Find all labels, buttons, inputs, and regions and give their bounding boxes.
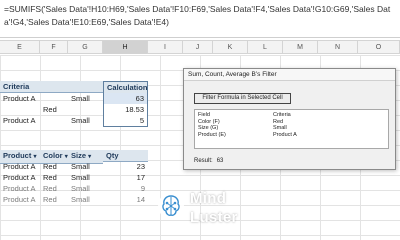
- table-header-label: Product: [3, 151, 32, 160]
- column-header-n[interactable]: N: [318, 41, 358, 54]
- table-header-label: Color: [43, 151, 63, 160]
- dialog-title[interactable]: Sum, Count, Average B’s Filter: [184, 69, 395, 81]
- column-header-m[interactable]: M: [283, 41, 318, 54]
- table-cell[interactable]: Product A: [0, 161, 40, 172]
- column-header-o[interactable]: O: [358, 41, 400, 54]
- column-header-l[interactable]: L: [248, 41, 283, 54]
- criteria-cell[interactable]: Product A: [0, 93, 40, 104]
- result-value: 63: [216, 158, 224, 164]
- logo-word-luster: Luster: [190, 209, 238, 226]
- logo-word-mind: Mind: [190, 190, 227, 207]
- brain-icon: [158, 193, 184, 219]
- field-column: Field Color (F) Size (G) Product (E): [198, 112, 226, 138]
- table-cell[interactable]: 14: [103, 194, 148, 205]
- criteria-cell[interactable]: Product A: [0, 115, 40, 126]
- calculation-cell[interactable]: 18.53: [103, 104, 148, 115]
- table-header-label: Qty: [106, 151, 119, 160]
- criteria-header[interactable]: Criteria: [0, 81, 103, 93]
- table-cell[interactable]: Product A: [0, 194, 40, 205]
- table-cell[interactable]: Small: [68, 172, 103, 183]
- result-readout: Result: 63: [194, 157, 227, 165]
- table-cell[interactable]: Small: [68, 194, 103, 205]
- filter-dialog[interactable]: Sum, Count, Average B’s Filter Filter Fo…: [183, 68, 396, 170]
- table-cell[interactable]: 9: [103, 183, 148, 194]
- column-header-f[interactable]: F: [40, 41, 68, 54]
- calculation-cell-selected[interactable]: 63: [103, 93, 148, 104]
- filter-formula-button[interactable]: Filter Formula in Selected Cell: [194, 93, 291, 104]
- mindluster-logo: Mind Luster: [156, 187, 256, 237]
- table-cell[interactable]: Red: [40, 161, 68, 172]
- result-label: Result:: [194, 158, 213, 164]
- filter-dropdown-icon[interactable]: ▾: [33, 154, 36, 160]
- table-cell[interactable]: Product A: [0, 183, 40, 194]
- criteria-column: Criteria Red Small Product A: [273, 112, 297, 138]
- field-item[interactable]: Product (E): [198, 132, 226, 139]
- column-headers: E F G H I J K L M N O: [0, 40, 400, 54]
- table-cell[interactable]: Red: [40, 183, 68, 194]
- table-cell[interactable]: 17: [103, 172, 148, 183]
- column-header-e[interactable]: E: [0, 41, 40, 54]
- filter-dropdown-icon[interactable]: ▾: [88, 154, 91, 160]
- column-header-g[interactable]: G: [68, 41, 103, 54]
- table-cell[interactable]: Red: [40, 172, 68, 183]
- column-header-j[interactable]: J: [183, 41, 213, 54]
- criteria-cell[interactable]: Small: [68, 93, 103, 104]
- criteria-cell[interactable]: Small: [68, 115, 103, 126]
- criteria-listview[interactable]: Field Color (F) Size (G) Product (E) Cri…: [194, 109, 389, 149]
- column-header-h[interactable]: H: [103, 41, 148, 54]
- criteria-cell[interactable]: Red: [40, 104, 68, 115]
- table-cell[interactable]: Small: [68, 161, 103, 172]
- column-header-k[interactable]: K: [213, 41, 248, 54]
- table-header-label: Size: [71, 151, 87, 160]
- table-cell[interactable]: Red: [40, 194, 68, 205]
- table-cell[interactable]: 23: [103, 161, 148, 172]
- table-cell[interactable]: Small: [68, 183, 103, 194]
- criteria-item[interactable]: Product A: [273, 132, 297, 139]
- column-header-i[interactable]: I: [148, 41, 183, 54]
- formula-text[interactable]: =SUMIFS('Sales Data'!H10:H69,'Sales Data…: [4, 3, 396, 29]
- calculation-cell[interactable]: 5: [103, 115, 148, 127]
- formula-bar[interactable]: =SUMIFS('Sales Data'!H10:H69,'Sales Data…: [0, 0, 400, 38]
- table-cell[interactable]: Product A: [0, 172, 40, 183]
